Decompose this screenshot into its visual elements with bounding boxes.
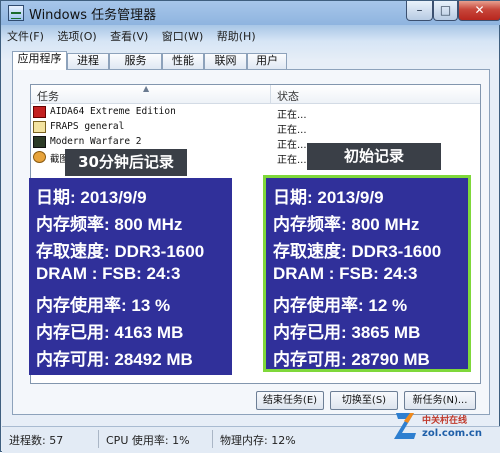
new-task-button[interactable]: 新任务(N)... (404, 391, 476, 410)
minimize-button[interactable]: – (406, 1, 433, 21)
tab-networking[interactable]: 联网 (204, 53, 247, 69)
info-frequency: 内存频率: 800 MHz (36, 215, 183, 234)
zol-watermark-logo: 中关村在线 zol.com.cn (394, 413, 482, 439)
table-row[interactable]: FRAPS general 正在... (33, 120, 478, 136)
menu-options[interactable]: 选项(O) (57, 28, 96, 44)
task-status: 正在... (277, 140, 307, 151)
info-available: 内存可用: 28790 MB (273, 350, 430, 369)
table-row[interactable]: AIDA64 Extreme Edition 正在... (33, 105, 478, 121)
window-title: Windows 任务管理器 (29, 8, 157, 23)
menu-window[interactable]: 窗口(W) (162, 28, 203, 44)
tab-performance[interactable]: 性能 (162, 53, 204, 69)
caption-after-30min: 30分钟后记录 (65, 149, 187, 176)
info-date: 日期: 2013/9/9 (36, 188, 147, 207)
physical-memory: 物理内存: 12% (220, 434, 296, 447)
task-name: FRAPS general (50, 121, 125, 132)
task-status: 正在... (277, 155, 307, 166)
end-task-button[interactable]: 结束任务(E) (256, 391, 324, 410)
close-button[interactable]: ✕ (458, 1, 500, 21)
cpu-usage: CPU 使用率: 1% (106, 434, 190, 447)
task-list-header: 任务 ▲ 状态 (31, 85, 480, 104)
maximize-button[interactable]: □ (433, 1, 458, 21)
column-status[interactable]: 状态 (277, 88, 299, 104)
info-dram-fsb: DRAM : FSB: 24:3 (36, 264, 181, 283)
info-usage: 内存使用率: 12 % (273, 296, 408, 315)
caption-initial: 初始记录 (307, 143, 441, 170)
tab-users[interactable]: 用户 (247, 53, 287, 69)
info-used: 内存已用: 3865 MB (273, 323, 421, 342)
task-manager-window: Windows 任务管理器 – □ ✕ 文件(F) 选项(O) 查看(V) 窗口… (0, 0, 500, 453)
switch-to-button[interactable]: 切换至(S) (330, 391, 398, 410)
task-name: Modern Warfare 2 (50, 136, 142, 147)
tab-services[interactable]: 服务 (109, 53, 162, 69)
memory-info-initial: 日期: 2013/9/9 内存频率: 800 MHz 存取速度: DDR3-16… (263, 175, 471, 372)
info-speed: 存取速度: DDR3-1600 (273, 242, 442, 261)
info-usage: 内存使用率: 13 % (36, 296, 171, 315)
menu-view[interactable]: 查看(V) (110, 28, 148, 44)
info-used: 内存已用: 4163 MB (36, 323, 184, 342)
memory-info-after-30min: 日期: 2013/9/9 内存频率: 800 MHz 存取速度: DDR3-16… (29, 178, 232, 375)
task-name: AIDA64 Extreme Edition (50, 106, 176, 117)
info-frequency: 内存频率: 800 MHz (273, 215, 420, 234)
task-manager-icon (8, 5, 24, 21)
menu-bar: 文件(F) 选项(O) 查看(V) 窗口(W) 帮助(H) (7, 28, 266, 45)
info-dram-fsb: DRAM : FSB: 24:3 (273, 264, 418, 283)
info-available: 内存可用: 28492 MB (36, 350, 193, 369)
aida64-icon (33, 106, 46, 118)
menu-help[interactable]: 帮助(H) (217, 28, 256, 44)
status-divider (212, 430, 213, 448)
tab-applications[interactable]: 应用程序 (12, 51, 67, 70)
info-speed: 存取速度: DDR3-1600 (36, 242, 205, 261)
mw2-icon (33, 136, 46, 148)
process-count: 进程数: 57 (9, 434, 64, 447)
tab-processes[interactable]: 进程 (67, 53, 109, 69)
menu-file[interactable]: 文件(F) (7, 28, 44, 44)
task-status: 正在... (277, 110, 307, 121)
sort-ascending-icon: ▲ (143, 84, 150, 93)
screenshot-icon (33, 151, 46, 163)
status-divider (98, 430, 99, 448)
title-bar[interactable]: Windows 任务管理器 – □ ✕ (1, 1, 500, 25)
fraps-icon (33, 121, 46, 133)
column-task[interactable]: 任务 (37, 88, 59, 104)
watermark-line1: 中关村在线 (422, 414, 467, 426)
info-date: 日期: 2013/9/9 (273, 188, 384, 207)
task-status: 正在... (277, 125, 307, 136)
column-divider[interactable] (270, 85, 271, 103)
watermark-line2: zol.com.cn (422, 428, 482, 439)
